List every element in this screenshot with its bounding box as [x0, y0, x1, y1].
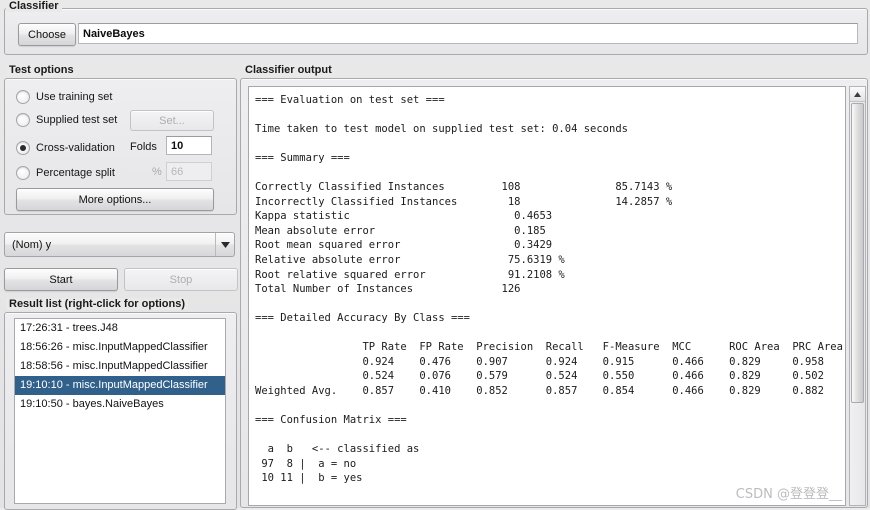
radio-button-icon: [16, 166, 30, 180]
class-attribute-value: (Nom) y: [12, 238, 52, 251]
class-attribute-dropdown[interactable]: (Nom) y: [4, 232, 235, 257]
classifier-output-panel-title: Classifier output: [242, 64, 335, 76]
radio-button-icon: [16, 113, 30, 127]
radio-percentage-split-label: Percentage split: [36, 167, 115, 179]
more-options-button[interactable]: More options...: [16, 188, 214, 211]
list-item[interactable]: 17:26:31 - trees.J48: [15, 319, 225, 338]
chevron-down-icon: [215, 233, 234, 256]
radio-percentage-split[interactable]: Percentage split: [16, 165, 115, 181]
percent-symbol-label: %: [152, 166, 162, 178]
classifier-output-textarea[interactable]: === Evaluation on test set === Time take…: [248, 86, 846, 506]
classifier-output-content: === Evaluation on test set === Time take…: [255, 94, 843, 485]
radio-cross-validation-label: Cross-validation: [36, 142, 115, 154]
weka-classifier-window: Classifier Choose NaiveBayes Test option…: [0, 0, 870, 510]
choose-button[interactable]: Choose: [18, 23, 76, 46]
list-item[interactable]: 18:58:56 - misc.InputMappedClassifier: [15, 357, 225, 376]
radio-cross-validation[interactable]: Cross-validation: [16, 140, 115, 156]
radio-use-training-set[interactable]: Use training set: [16, 89, 112, 105]
test-options-panel-title: Test options: [6, 64, 77, 76]
result-list-panel-title: Result list (right-click for options): [6, 298, 189, 310]
result-list[interactable]: 17:26:31 - trees.J48 18:56:26 - misc.Inp…: [14, 318, 226, 504]
stop-button[interactable]: Stop: [124, 268, 238, 291]
classifier-panel-title: Classifier: [6, 0, 62, 12]
radio-button-icon: [16, 90, 30, 104]
list-item[interactable]: 19:10:50 - bayes.NaiveBayes: [15, 395, 225, 414]
radio-use-training-set-label: Use training set: [36, 91, 113, 103]
classifier-name-field[interactable]: NaiveBayes: [78, 23, 858, 44]
folds-label: Folds: [130, 141, 157, 153]
percentage-split-input[interactable]: 66: [166, 162, 212, 181]
list-item[interactable]: 18:56:26 - misc.InputMappedClassifier: [15, 338, 225, 357]
folds-input[interactable]: 10: [166, 136, 212, 155]
set-test-file-button[interactable]: Set...: [130, 110, 214, 131]
list-item-selected[interactable]: 19:10:10 - misc.InputMappedClassifier: [15, 376, 225, 395]
radio-button-selected-icon: [16, 141, 30, 155]
radio-supplied-test-set-label: Supplied test set: [36, 114, 118, 126]
radio-supplied-test-set[interactable]: Supplied test set: [16, 112, 117, 128]
output-vertical-scrollbar[interactable]: [849, 86, 866, 506]
start-button[interactable]: Start: [4, 268, 118, 291]
scrollbar-thumb[interactable]: [851, 103, 864, 403]
scroll-up-arrow-icon[interactable]: [850, 87, 865, 102]
